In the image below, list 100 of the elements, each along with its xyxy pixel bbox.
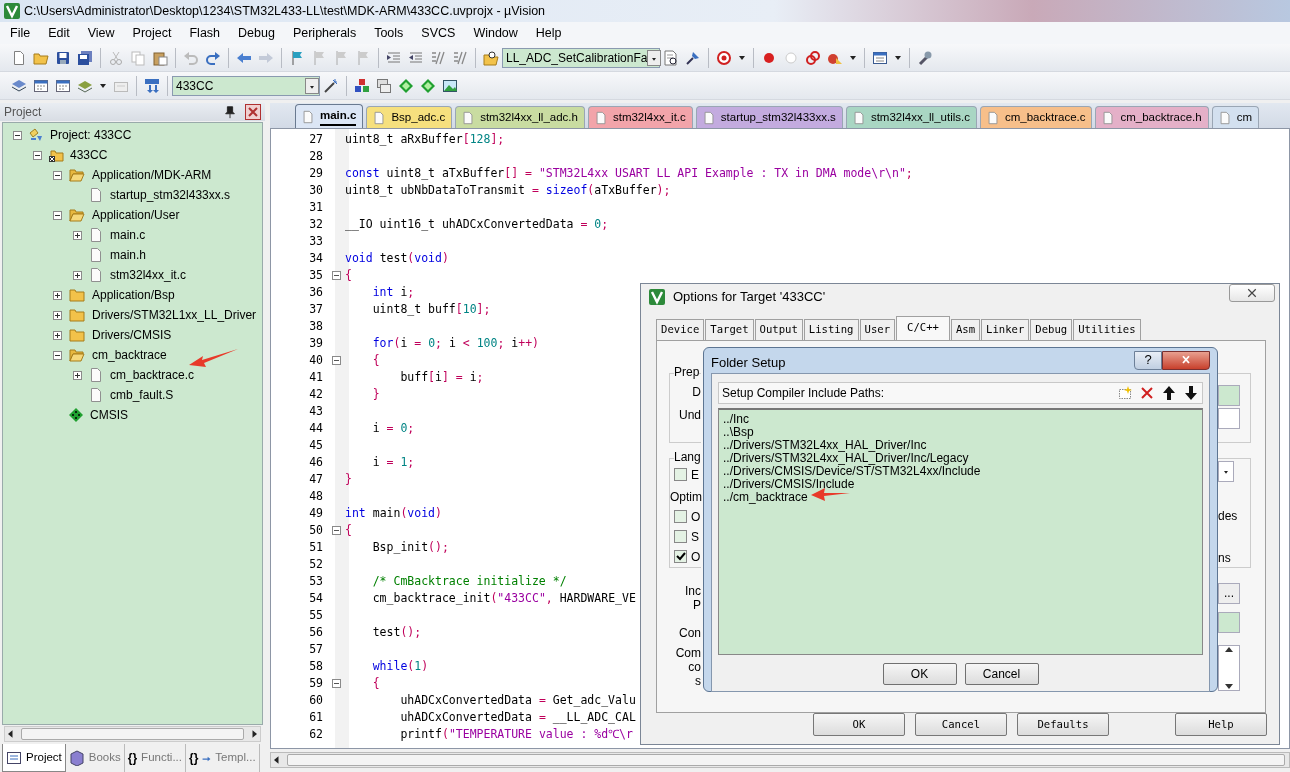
calendar-icon[interactable]	[33, 77, 49, 94]
dialog-button[interactable]: Defaults	[1017, 713, 1109, 736]
text-field[interactable]	[1218, 407, 1240, 429]
path-list[interactable]: ../Inc ..\Bsp ../Drivers/STM32L4xx_HAL_Driver/Inc ../Drivers/STM32L4xx_HAL_Driver/Inc/Legacy ../Drivers/CMSIS/Device/ST/STM32L4xx/Include ../Drivers/CMSIS/Include ../cm_backtrace	[718, 407, 1203, 655]
close-button[interactable]	[1162, 350, 1210, 370]
flag-icon[interactable]	[289, 49, 305, 66]
pin-icon[interactable]	[223, 105, 237, 119]
file-tab[interactable]: stm32l4xx_ll_utils.c	[845, 106, 977, 128]
dialog-button[interactable]: Cancel	[915, 713, 1007, 736]
help-button[interactable]: ?	[1134, 350, 1162, 370]
tree-item[interactable]: Application/User	[92, 206, 180, 224]
dialog-tab[interactable]: Utilities	[1073, 319, 1141, 340]
dialog-button[interactable]: OK	[813, 713, 905, 736]
vertical-scrollbar[interactable]	[1218, 644, 1240, 691]
linked-rings-icon[interactable]	[805, 49, 821, 66]
file-tab[interactable]: startup_stm32l433xx.s	[695, 106, 843, 128]
expand-toggle[interactable]	[73, 370, 82, 380]
panel-tab[interactable]: Books	[65, 744, 125, 772]
file-tab[interactable]: stm32l4xx_it.c	[587, 106, 693, 128]
panel-tab[interactable]: {} Templ...	[186, 744, 260, 772]
file-tab[interactable]: cm_backtrace.h	[1095, 106, 1209, 128]
tree-item[interactable]: main.h	[110, 246, 147, 264]
menu-item[interactable]: Project	[122, 22, 180, 44]
function-combo[interactable]: LL_ADC_SetCalibrationFa	[502, 47, 660, 68]
path-item[interactable]: ../Inc	[723, 412, 1198, 426]
menu-item[interactable]: Flash	[179, 22, 229, 44]
ring-target-icon[interactable]	[716, 49, 732, 66]
fold-toggle[interactable]	[331, 271, 341, 280]
panel-tab[interactable]: {} Functi...	[124, 744, 186, 772]
path-item[interactable]: ../Drivers/STM32L4xx_HAL_Driver/Inc/Legacy	[723, 451, 1198, 465]
collapse-toggle[interactable]	[53, 210, 62, 220]
new-file-icon[interactable]	[11, 49, 27, 66]
dialog-tab[interactable]: Listing	[803, 319, 859, 340]
dialog-button[interactable]: OK	[882, 662, 957, 685]
path-item[interactable]: ..\Bsp	[723, 425, 1198, 439]
calendar-icon[interactable]	[55, 77, 71, 94]
dialog-tab[interactable]: User	[859, 319, 895, 340]
menu-item[interactable]: Tools	[364, 22, 412, 44]
target-combo[interactable]: 433CC	[172, 75, 320, 96]
menu-item[interactable]: Edit	[38, 22, 78, 44]
new-folder-icon[interactable]	[1117, 384, 1133, 401]
path-item[interactable]: ../Drivers/CMSIS/Device/ST/STM32L4xx/Include	[723, 464, 1198, 478]
horizontal-scrollbar[interactable]	[270, 752, 1290, 768]
scroll-thumb[interactable]	[21, 728, 244, 740]
tree-item[interactable]: CMSIS	[90, 406, 128, 424]
indent-icon[interactable]	[386, 49, 402, 66]
tree-item[interactable]: Application/MDK-ARM	[92, 166, 212, 184]
scroll-thumb[interactable]	[287, 754, 1285, 766]
text-field[interactable]	[1218, 611, 1240, 633]
find-in-files-icon[interactable]	[483, 49, 499, 66]
dialog-tab[interactable]: Device	[656, 319, 705, 340]
outdent-icon[interactable]	[408, 49, 424, 66]
dialog-tab[interactable]: Target	[705, 319, 754, 340]
file-tab[interactable]: cm	[1211, 106, 1259, 128]
dialog-tab[interactable]: Asm	[950, 319, 981, 340]
path-item[interactable]: ../Drivers/CMSIS/Include	[723, 477, 1198, 491]
checkbox[interactable]	[674, 550, 687, 564]
tree-item[interactable]: Application/Bsp	[92, 286, 175, 304]
dialog-button[interactable]: Cancel	[964, 662, 1039, 685]
paste-icon[interactable]	[152, 49, 168, 66]
dialog-tab[interactable]: Linker	[981, 319, 1030, 340]
tree-item[interactable]: main.c	[110, 226, 146, 244]
move-down-icon[interactable]	[1183, 384, 1199, 401]
expand-toggle[interactable]	[53, 330, 62, 340]
save-all-icon[interactable]	[77, 49, 93, 66]
fold-toggle[interactable]	[331, 526, 341, 535]
menu-item[interactable]: Help	[525, 22, 570, 44]
dialog-tab[interactable]: C/C++	[896, 316, 950, 340]
text-field[interactable]	[1218, 384, 1240, 406]
page-search-icon[interactable]	[663, 49, 679, 66]
tree-item[interactable]: Drivers/CMSIS	[92, 326, 172, 344]
redo-icon[interactable]	[205, 49, 221, 66]
blocks-icon[interactable]	[354, 77, 370, 94]
tree-item[interactable]: Project: 433CC	[50, 126, 132, 144]
scroll-up-icon[interactable]	[1225, 645, 1233, 654]
menu-item[interactable]: Window	[463, 22, 526, 44]
window-layout-icon[interactable]	[872, 49, 888, 66]
tree-item[interactable]: startup_stm32l433xx.s	[110, 186, 231, 204]
picture-icon[interactable]	[442, 77, 458, 94]
scroll-down-icon[interactable]	[1225, 681, 1233, 690]
tree-item[interactable]: 433CC	[70, 146, 108, 164]
comment-icon[interactable]	[430, 49, 446, 66]
checkbox[interactable]	[674, 510, 687, 524]
dialog-tab[interactable]: Debug	[1030, 319, 1073, 340]
checkbox[interactable]	[674, 468, 687, 482]
fold-toggle[interactable]	[331, 679, 341, 688]
save-icon[interactable]	[55, 49, 71, 66]
windows-icon[interactable]	[376, 77, 392, 94]
collapse-toggle[interactable]	[53, 350, 62, 360]
collapse-toggle[interactable]	[13, 130, 22, 140]
delete-icon[interactable]	[1139, 384, 1155, 401]
tree-item[interactable]: cm_backtrace	[92, 346, 167, 364]
path-item[interactable]: ../cm_backtrace	[723, 490, 1198, 504]
move-up-icon[interactable]	[1161, 384, 1177, 401]
dropdown-button[interactable]	[647, 49, 662, 66]
tree-item[interactable]: cm_backtrace.c	[110, 366, 195, 384]
menu-item[interactable]: Debug	[228, 22, 283, 44]
close-icon[interactable]	[245, 104, 261, 120]
menu-item[interactable]: View	[77, 22, 123, 44]
file-tab[interactable]: stm32l4xx_ll_adc.h	[455, 106, 585, 128]
